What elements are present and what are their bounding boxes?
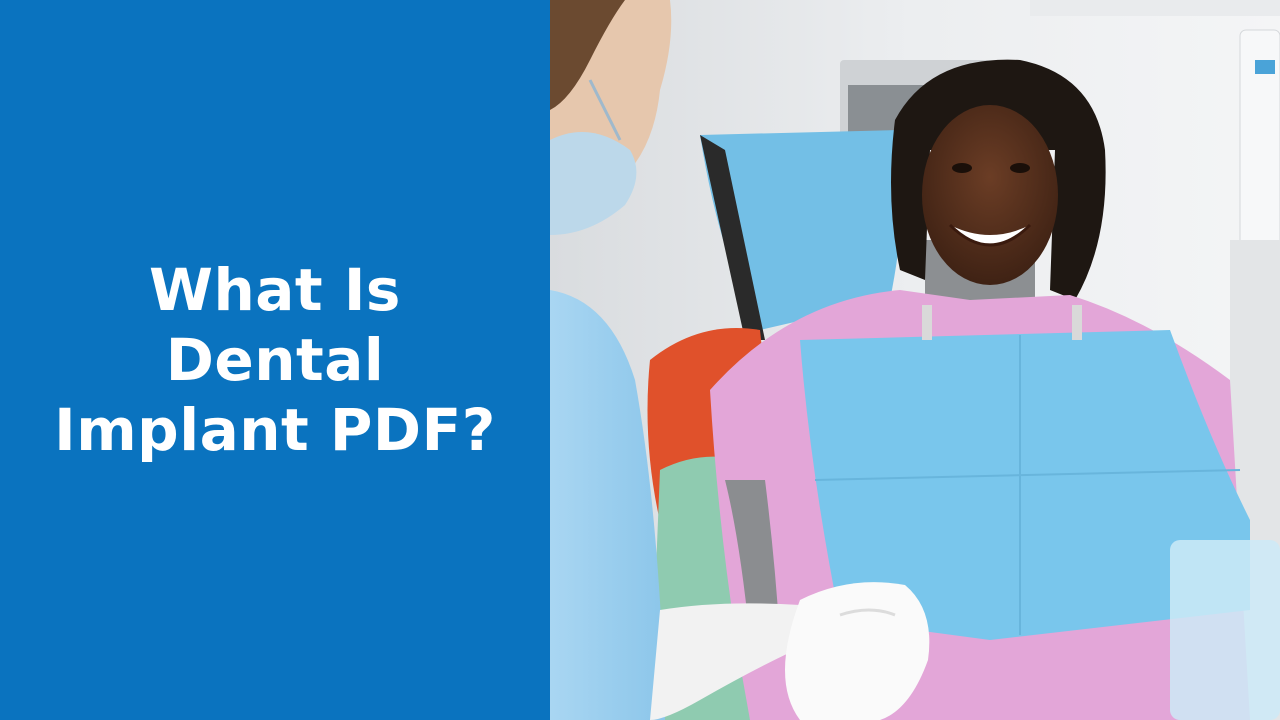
title-line-1: What Is [149, 256, 401, 324]
page-title: What Is Dental Implant PDF? [54, 255, 496, 465]
slide: What Is Dental Implant PDF? [0, 0, 1280, 720]
title-panel: What Is Dental Implant PDF? [0, 0, 550, 720]
dental-patient-photo [550, 0, 1280, 720]
title-line-2: Dental [165, 326, 385, 394]
title-line-3: Implant PDF? [54, 396, 496, 464]
